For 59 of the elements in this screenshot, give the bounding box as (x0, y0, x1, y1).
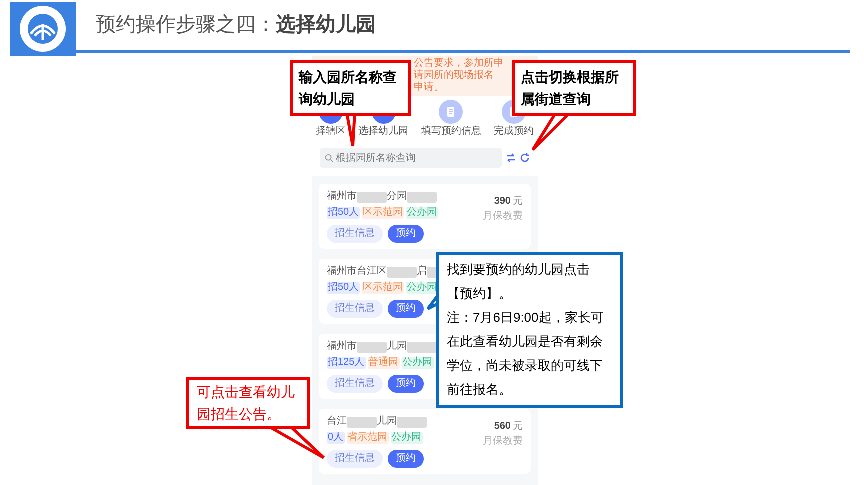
price-unit: 元 (513, 195, 523, 209)
enrollment-info-button[interactable]: 招生信息 (327, 375, 383, 393)
kindergarten-name: 儿园 (377, 415, 397, 429)
step-label: 择辖区 (316, 126, 346, 138)
reserve-button[interactable]: 预约 (388, 375, 424, 393)
callout-text: 找到要预约的幼儿园点击【预约】。 (447, 261, 591, 303)
tag: 公办园 (390, 432, 423, 444)
tag: 公办园 (406, 207, 438, 219)
price: 560 (494, 420, 511, 434)
tag: 招125人 (327, 357, 366, 369)
kindergarten-name: 台江 (327, 415, 347, 429)
tag: 0人 (327, 432, 345, 444)
search-icon (325, 154, 334, 163)
blurred-text-block (407, 342, 437, 352)
tag: 普通园 (368, 357, 400, 369)
tag: 公办园 (402, 357, 434, 369)
enrollment-info-button[interactable]: 招生信息 (327, 450, 383, 468)
tag: 省示范园 (346, 432, 389, 444)
notice-text: 申请。 (414, 82, 445, 94)
refresh-icon[interactable] (520, 153, 530, 163)
blurred-text-block (397, 416, 427, 428)
search-field[interactable]: 根据园所名称查询 (320, 148, 502, 168)
callout-text: 可点击查看幼儿园招生公告。 (197, 383, 296, 424)
reserve-button[interactable]: 预约 (388, 225, 424, 243)
kindergarten-name: 福州市 (327, 190, 357, 204)
fee-label: 月保教费 (483, 434, 523, 449)
fee-label: 月保教费 (483, 210, 523, 224)
price-unit: 元 (513, 420, 523, 434)
blurred-text-block (357, 342, 387, 352)
tag: 区示范园 (362, 282, 404, 294)
tag: 招50人 (327, 207, 360, 219)
blurred-text-block (407, 192, 437, 202)
callout-text: 输入园所名称查询幼儿园 (299, 68, 398, 109)
enrollment-info-button[interactable]: 招生信息 (327, 225, 383, 243)
step-label: 选择幼儿园 (358, 126, 409, 138)
step-label: 填写预约信息 (421, 126, 482, 138)
reserve-button[interactable]: 预约 (388, 450, 424, 468)
blurred-text-block (387, 266, 417, 278)
callout-text: 点击切换根据所属街道查询 (521, 68, 620, 109)
kindergarten-name: 启 (417, 265, 427, 279)
blurred-text-block (357, 192, 387, 202)
step-label: 完成预约 (494, 126, 534, 138)
kindergarten-name: 福州市台江区 (327, 265, 387, 279)
tag: 公办园 (406, 282, 438, 294)
enrollment-info-button[interactable]: 招生信息 (327, 300, 383, 318)
callout-text: 注：7月6日9:00起，家长可在此查看幼儿园是否有剩余学位，尚未被录取的可线下前往报名。 (447, 309, 605, 399)
blurred-text-block (347, 416, 377, 428)
kindergarten-name: 分园 (387, 190, 407, 204)
tag: 招50人 (327, 282, 360, 294)
tag: 区示范园 (362, 207, 404, 219)
kindergarten-name: 福州市 (327, 340, 357, 354)
slide-title: 预约操作步骤之四： (96, 13, 276, 38)
price: 390 (494, 195, 511, 209)
slide-title-emphasis: 选择幼儿园 (276, 13, 376, 38)
notice-text: 公告要求，参加所申请园所的现场报名 (414, 58, 505, 82)
kindergarten-name: 儿园 (387, 340, 407, 354)
reserve-button[interactable]: 预约 (388, 300, 424, 318)
step-document-icon (439, 100, 464, 124)
switch-icon[interactable] (506, 153, 516, 163)
